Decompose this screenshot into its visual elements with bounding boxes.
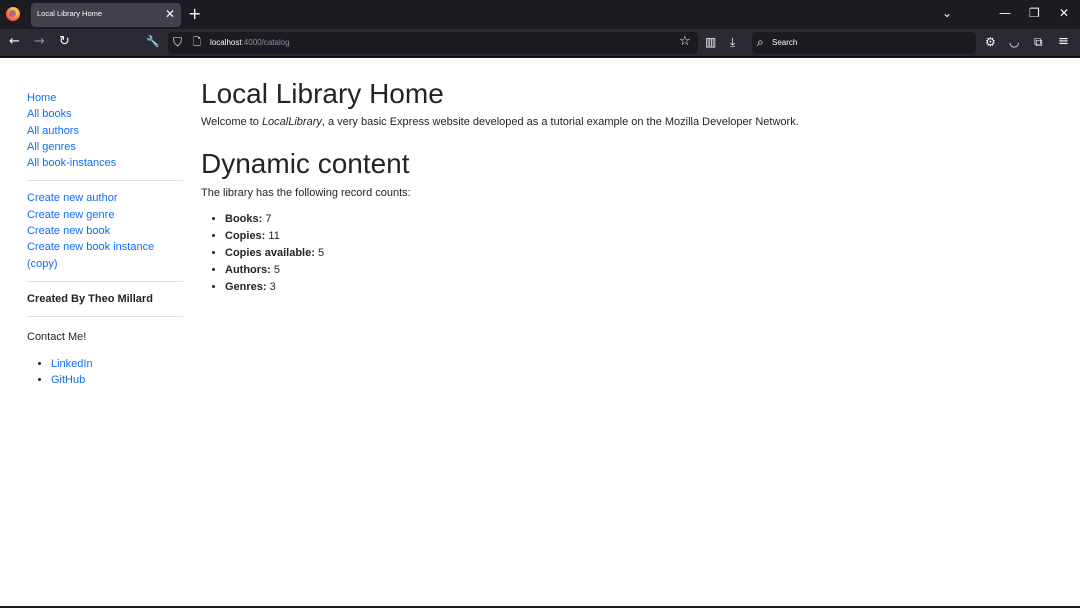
close-window-icon[interactable]: ✕ (1059, 6, 1069, 20)
section-title: Dynamic content (201, 148, 410, 179)
sidebar-create-links: Create new author Create new genre Creat… (27, 190, 183, 271)
url-text[interactable]: localhost:4000/catalog (210, 38, 290, 47)
intro-text: Welcome to LocalLibrary, a very basic Ex… (201, 116, 799, 128)
downloads-icon[interactable]: ⤓ (730, 35, 735, 49)
bookmark-star-icon[interactable]: ☆ (679, 35, 691, 49)
pocket-icon[interactable]: ◡ (1009, 35, 1019, 49)
creator-credit: Created By Theo Millard (27, 292, 153, 305)
search-bar[interactable]: ⌕ Search (752, 32, 976, 54)
reload-icon[interactable]: ↻ (59, 35, 70, 49)
linkedin-link[interactable]: LinkedIn (51, 358, 93, 370)
list-item: Authors: 5 (225, 262, 1041, 279)
settings-icon[interactable]: ⚙ (985, 35, 996, 49)
sidebar-link-copy[interactable]: (copy) (27, 258, 58, 270)
tab-bar: Local Library Home ✕ + ⌄ — ❐ ✕ (0, 0, 1080, 29)
divider (27, 315, 183, 317)
counts-intro: The library has the following record cou… (201, 187, 411, 199)
page-title: Local Library Home (201, 78, 444, 109)
tab-title: Local Library Home (37, 9, 103, 18)
restore-icon[interactable]: ❐ (1029, 6, 1040, 20)
tab-local-library-home[interactable]: Local Library Home ✕ (31, 3, 181, 27)
sidebar-link-all-books[interactable]: All books (27, 108, 72, 120)
sidebar: Home All books All authors All genres Al… (27, 90, 183, 389)
main-content: Local Library Home Welcome to LocalLibra… (201, 78, 1041, 296)
list-item: Copies available: 5 (225, 245, 1041, 262)
forward-icon[interactable]: → (34, 35, 45, 49)
minimize-icon[interactable]: — (999, 6, 1011, 20)
navigation-toolbar: ← → ↻ 🔧 ⛉ 🗋 localhost:4000/catalog ☆ ▥ ⤓… (0, 29, 1080, 57)
list-item: Genres: 3 (225, 279, 1041, 296)
divider (27, 180, 183, 182)
shield-icon[interactable]: ⛉ (173, 35, 182, 49)
sidebar-link-all-authors[interactable]: All authors (27, 125, 79, 137)
web-page: Home All books All authors All genres Al… (0, 58, 1080, 606)
list-item: Books: 7 (225, 211, 1041, 228)
sidebar-link-create-book-instance[interactable]: Create new book instance (27, 241, 154, 253)
url-bar[interactable]: ⛉ 🗋 localhost:4000/catalog ☆ (168, 32, 698, 54)
list-all-tabs-icon[interactable]: ⌄ (942, 6, 952, 20)
search-placeholder: Search (772, 38, 798, 47)
sidebar-link-all-genres[interactable]: All genres (27, 141, 76, 153)
back-icon[interactable]: ← (9, 35, 20, 49)
menu-icon[interactable]: ≡ (1058, 35, 1069, 49)
app-name: LocalLibrary (261, 116, 322, 128)
record-counts-list: Books: 7 Copies: 11 Copies available: 5 … (201, 211, 1041, 296)
github-link[interactable]: GitHub (51, 374, 85, 386)
sidebar-nav-links: Home All books All authors All genres Al… (27, 90, 183, 171)
contact-label: Contact Me! (27, 330, 87, 343)
page-info-icon[interactable]: 🗋 (193, 36, 201, 50)
divider (27, 280, 183, 282)
sidebar-link-create-book[interactable]: Create new book (27, 225, 110, 237)
sidebar-link-create-genre[interactable]: Create new genre (27, 209, 114, 221)
sidebar-link-create-author[interactable]: Create new author (27, 192, 118, 204)
sidebar-link-home[interactable]: Home (27, 92, 56, 104)
sidebar-link-all-book-instances[interactable]: All book-instances (27, 157, 116, 169)
reader-view-icon[interactable]: ▥ (705, 35, 716, 49)
new-tab-icon[interactable]: + (188, 5, 201, 23)
firefox-logo-icon[interactable] (6, 7, 20, 21)
social-links: LinkedIn GitHub (27, 356, 183, 389)
search-icon: ⌕ (757, 35, 764, 49)
extensions-icon[interactable]: ⧉ (1034, 35, 1043, 49)
list-item: Copies: 11 (225, 228, 1041, 245)
close-tab-icon[interactable]: ✕ (165, 7, 175, 21)
tools-icon[interactable]: 🔧 (146, 35, 160, 49)
